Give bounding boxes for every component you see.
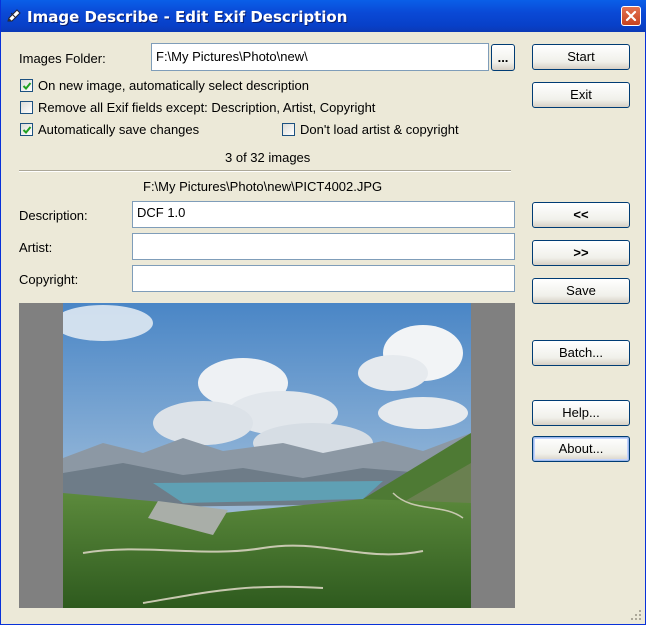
about-button[interactable]: About... bbox=[532, 436, 630, 462]
title-bar[interactable]: Image Describe - Edit Exif Description bbox=[1, 0, 646, 32]
remove-fields-label: Remove all Exif fields except: Descripti… bbox=[38, 100, 376, 115]
images-folder-input[interactable]: F:\My Pictures\Photo\new\ bbox=[151, 43, 489, 71]
close-button[interactable] bbox=[621, 6, 641, 26]
copyright-input[interactable] bbox=[132, 265, 515, 292]
artist-input[interactable] bbox=[132, 233, 515, 260]
app-window: Image Describe - Edit Exif Description I… bbox=[0, 0, 646, 625]
copyright-label: Copyright: bbox=[19, 272, 79, 287]
close-icon bbox=[625, 10, 637, 22]
checkmark-icon bbox=[22, 82, 32, 90]
description-input[interactable]: DCF 1.0 bbox=[132, 201, 515, 228]
landscape-photo bbox=[63, 303, 471, 608]
save-button[interactable]: Save bbox=[532, 278, 630, 304]
current-file-path: F:\My Pictures\Photo\new\PICT4002.JPG bbox=[143, 179, 383, 194]
next-image-button[interactable]: >> bbox=[532, 240, 630, 266]
resize-grip-icon[interactable] bbox=[630, 609, 642, 621]
pen-edit-icon bbox=[7, 9, 21, 22]
window-title: Image Describe - Edit Exif Description bbox=[27, 8, 348, 26]
images-folder-label: Images Folder: bbox=[19, 51, 106, 66]
start-button[interactable]: Start bbox=[532, 44, 630, 70]
artist-label: Artist: bbox=[19, 240, 53, 255]
dont-load-checkbox[interactable] bbox=[282, 123, 295, 136]
exit-button[interactable]: Exit bbox=[532, 82, 630, 108]
image-count-text: 3 of 32 images bbox=[225, 150, 311, 165]
help-button[interactable]: Help... bbox=[532, 400, 630, 426]
remove-fields-checkbox[interactable] bbox=[20, 101, 33, 114]
separator-line bbox=[19, 170, 511, 172]
image-preview-area bbox=[19, 303, 515, 608]
browse-folder-button[interactable]: ... bbox=[491, 44, 515, 71]
auto-select-checkbox[interactable] bbox=[20, 79, 33, 92]
auto-save-label: Automatically save changes bbox=[38, 122, 200, 137]
batch-button[interactable]: Batch... bbox=[532, 340, 630, 366]
auto-select-label: On new image, automatically select descr… bbox=[38, 78, 309, 93]
dont-load-label: Don't load artist & copyright bbox=[300, 122, 459, 137]
checkmark-icon bbox=[22, 126, 32, 134]
previous-image-button[interactable]: << bbox=[532, 202, 630, 228]
description-label: Description: bbox=[19, 208, 88, 223]
auto-save-checkbox[interactable] bbox=[20, 123, 33, 136]
